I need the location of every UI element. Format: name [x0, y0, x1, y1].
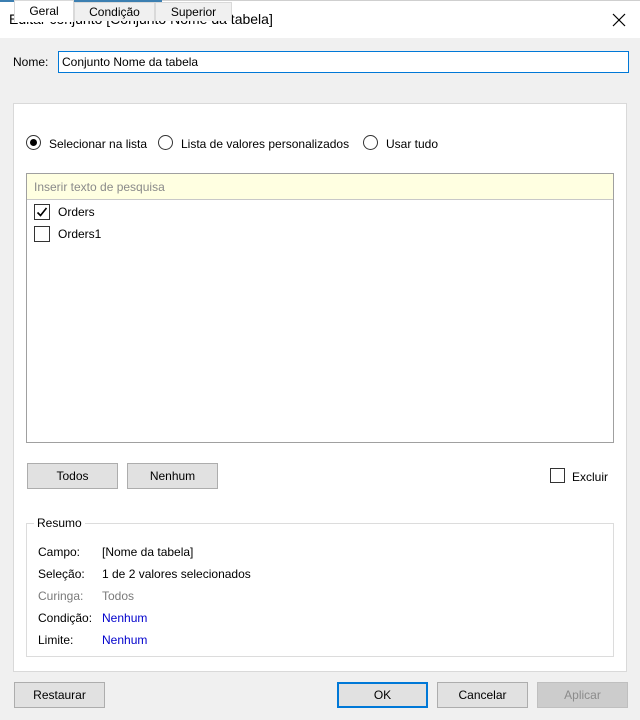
- select-none-button[interactable]: Nenhum: [127, 463, 218, 489]
- values-listbox[interactable]: Orders Orders1: [26, 173, 614, 443]
- condition-link[interactable]: Nenhum: [102, 611, 147, 625]
- item-label: Orders: [58, 205, 95, 219]
- radio-label: Lista de valores personalizados: [181, 137, 350, 151]
- cancel-button[interactable]: Cancelar: [437, 682, 528, 708]
- close-icon: [612, 13, 626, 27]
- exclude-label: Excluir: [572, 470, 609, 484]
- summary-value: [Nome da tabela]: [102, 545, 194, 559]
- summary-label: Condição:: [38, 611, 93, 625]
- summary-value: 1 de 2 valores selecionados: [102, 567, 251, 581]
- summary-label: Curinga:: [38, 589, 84, 603]
- summary-title: Resumo: [34, 516, 85, 530]
- radio-custom-list[interactable]: [158, 135, 173, 150]
- item-checkbox[interactable]: [34, 226, 50, 242]
- summary-value: Todos: [102, 589, 135, 603]
- checkmark-icon: [36, 207, 48, 217]
- reset-button[interactable]: Restaurar: [14, 682, 105, 708]
- radio-label: Selecionar na lista: [49, 137, 148, 151]
- radio-use-all[interactable]: [363, 135, 378, 150]
- radio-label: Usar tudo: [386, 137, 439, 151]
- limit-link[interactable]: Nenhum: [102, 633, 147, 647]
- exclude-checkbox[interactable]: [550, 468, 565, 483]
- tab-condicao[interactable]: Condição: [74, 2, 155, 21]
- summary-label: Limite:: [38, 633, 74, 647]
- summary-label: Seleção:: [38, 567, 85, 581]
- tab-label: Condição: [89, 5, 140, 19]
- name-input[interactable]: [58, 51, 629, 73]
- ok-button[interactable]: OK: [337, 682, 428, 708]
- tab-superior[interactable]: Superior: [155, 2, 232, 21]
- select-all-button[interactable]: Todos: [27, 463, 118, 489]
- radio-select-from-list[interactable]: [26, 135, 41, 150]
- tab-geral[interactable]: Geral: [14, 0, 74, 22]
- item-label: Orders1: [58, 227, 102, 241]
- name-label: Nome:: [13, 55, 49, 69]
- tab-label: Superior: [170, 5, 217, 19]
- item-checkbox[interactable]: [34, 204, 50, 220]
- apply-button: Aplicar: [537, 682, 628, 708]
- close-button[interactable]: [606, 7, 632, 33]
- summary-label: Campo:: [38, 545, 81, 559]
- tab-label: Geral: [29, 4, 59, 18]
- search-input[interactable]: [27, 174, 613, 200]
